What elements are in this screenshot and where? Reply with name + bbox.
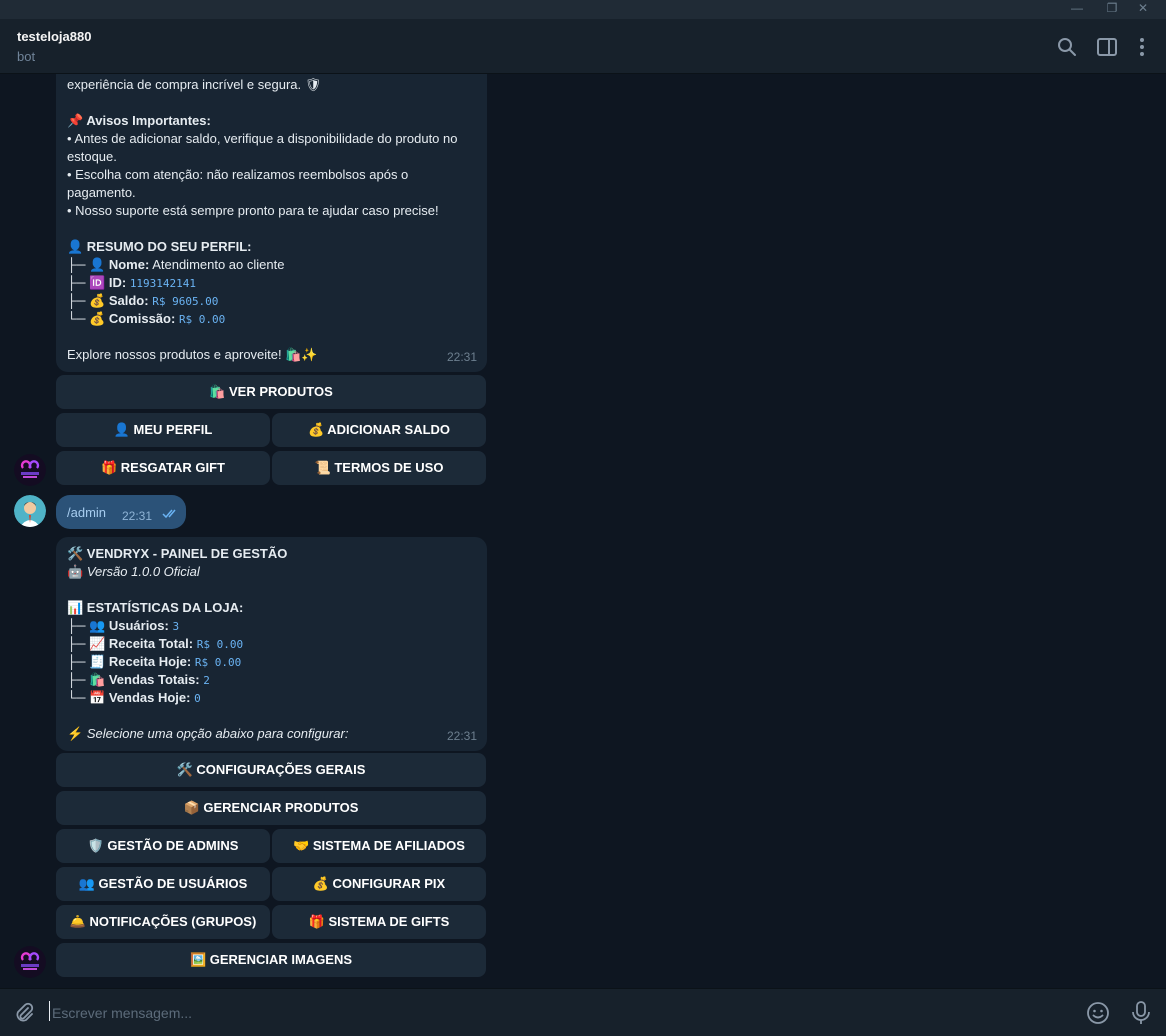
- resumo-heading-text: 👤 RESUMO DO SEU PERFIL:: [67, 239, 252, 254]
- bot-logo-icon: [14, 454, 46, 486]
- bot-message-welcome: experiência de compra incrível e segura.…: [56, 74, 487, 372]
- message-time: 22:31: [122, 509, 153, 523]
- bot-avatar[interactable]: [14, 454, 46, 486]
- outgoing-message: /admin 22:31: [56, 495, 186, 529]
- chat-title: testeloja880: [17, 29, 92, 44]
- stat-receita-hoje-row: ├─ 🧾 Receita Hoje: R$ 0.00: [67, 654, 242, 669]
- panel-prompt: Selecione uma opção abaixo para configur…: [86, 726, 349, 741]
- msg-line: [67, 328, 482, 346]
- stat-vendas-hoje-row: └─ 📅 Vendas Hoje: 0: [67, 690, 201, 705]
- panel-title-row: 🛠️ VENDRYX - PAINEL DE GESTÃO: [67, 545, 482, 563]
- sistema-gifts-button[interactable]: 🎁 SISTEMA DE GIFTS: [272, 905, 486, 939]
- resgatar-gift-button[interactable]: 🎁 RESGATAR GIFT: [56, 451, 270, 485]
- stat-receita-total-row: ├─ 📈 Receita Total: R$ 0.00: [67, 636, 244, 651]
- configuracoes-gerais-button[interactable]: 🛠️ CONFIGURAÇÕES GERAIS: [56, 753, 486, 787]
- configurar-pix-button[interactable]: 💰 CONFIGURAR PIX: [272, 867, 486, 901]
- more-vertical-icon[interactable]: [1131, 36, 1153, 58]
- panel-version: Versão 1.0.0 Oficial: [86, 564, 200, 579]
- comissao-value[interactable]: R$ 0.00: [179, 313, 225, 326]
- admin-command-link[interactable]: /admin: [67, 505, 106, 520]
- message-time: 22:31: [446, 350, 477, 364]
- ver-produtos-button[interactable]: 🛍️ VER PRODUTOS: [56, 375, 486, 409]
- msg-line: estoque.: [67, 149, 117, 164]
- notificacoes-grupos-button[interactable]: 🛎️ NOTIFICAÇÕES (GRUPOS): [56, 905, 270, 939]
- adicionar-saldo-button[interactable]: 💰 ADICIONAR SALDO: [272, 413, 486, 447]
- stat-vendas-totais-row: ├─ 🛍️ Vendas Totais: 2: [67, 672, 210, 687]
- id-label: ID:: [108, 275, 127, 290]
- panel-prompt-row: ⚡ Selecione uma opção abaixo para config…: [67, 726, 349, 741]
- panel-version-row: 🤖 Versão 1.0.0 Oficial: [67, 564, 200, 579]
- nome-value: Atendimento ao cliente: [152, 257, 285, 272]
- receita-hoje-label: Receita Hoje:: [108, 654, 192, 669]
- id-value[interactable]: 1193142141: [130, 277, 196, 290]
- resumo-heading: 👤 RESUMO DO SEU PERFIL:: [67, 238, 482, 256]
- stats-heading-row: 📊 ESTATÍSTICAS DA LOJA:: [67, 599, 482, 617]
- message-composer: [0, 988, 1166, 1036]
- termos-de-uso-button[interactable]: 📜 TERMOS DE USO: [272, 451, 486, 485]
- bot-message-admin-panel: 🛠️ VENDRYX - PAINEL DE GESTÃO 🤖 Versão 1…: [56, 537, 487, 751]
- close-button[interactable]: ✕: [1128, 0, 1158, 19]
- msg-line: • Nosso suporte está sempre pronto para …: [67, 203, 439, 218]
- vendas-totais-value[interactable]: 2: [203, 674, 210, 687]
- message-time: 22:31: [446, 729, 477, 743]
- minimize-button[interactable]: —: [1062, 0, 1092, 19]
- user-avatar[interactable]: [14, 495, 46, 527]
- receita-total-label: Receita Total:: [108, 636, 194, 651]
- chat-subtitle: bot: [17, 49, 36, 64]
- user-avatar-icon: [14, 495, 46, 527]
- vendas-hoje-value[interactable]: 0: [194, 692, 201, 705]
- stats-heading: 📊 ESTATÍSTICAS DA LOJA:: [67, 600, 244, 615]
- profile-name-row: ├─ 👤 Nome: Atendimento ao cliente: [67, 257, 285, 272]
- restore-button[interactable]: ❐: [1097, 0, 1127, 19]
- stat-usuarios-row: ├─ 👥 Usuários: 3: [67, 618, 180, 633]
- message-input[interactable]: [50, 1001, 1064, 1025]
- avisos-heading: 📌 Avisos Importantes:: [67, 112, 482, 130]
- microphone-icon[interactable]: [1129, 1000, 1153, 1026]
- profile-saldo-row: ├─ 💰 Saldo: R$ 9605.00: [67, 293, 219, 308]
- emoji-icon[interactable]: [1086, 1001, 1110, 1025]
- profile-id-row: ├─ 🆔 ID: 1193142141: [67, 275, 197, 290]
- usuarios-label: Usuários:: [108, 618, 169, 633]
- msg-line: experiência de compra incrível e segura.…: [67, 77, 322, 92]
- chat-header[interactable]: testeloja880 bot: [0, 19, 1166, 74]
- window-titlebar: — ❐ ✕: [0, 0, 1166, 19]
- profile-comissao-row: └─ 💰 Comissão: R$ 0.00: [67, 311, 226, 326]
- gestao-admins-button[interactable]: 🛡️ GESTÃO DE ADMINS: [56, 829, 270, 863]
- message-list[interactable]: experiência de compra incrível e segura.…: [0, 74, 1166, 988]
- msg-line: pagamento.: [67, 185, 136, 200]
- meu-perfil-button[interactable]: 👤 MEU PERFIL: [56, 413, 270, 447]
- bot-avatar[interactable]: [14, 946, 46, 978]
- nome-label: Nome:: [108, 257, 150, 272]
- msg-line: Explore nossos produtos e aproveite! 🛍️✨: [67, 347, 318, 362]
- receita-hoje-value[interactable]: R$ 0.00: [195, 656, 241, 669]
- bot-logo-icon: [14, 946, 46, 978]
- vendas-totais-label: Vendas Totais:: [108, 672, 200, 687]
- receita-total-value[interactable]: R$ 0.00: [197, 638, 243, 651]
- avisos-heading-text: 📌 Avisos Importantes:: [67, 113, 211, 128]
- read-checkmarks-icon: [162, 509, 176, 519]
- saldo-label: Saldo:: [108, 293, 149, 308]
- msg-line: • Escolha com atenção: não realizamos re…: [67, 167, 409, 182]
- sistema-afiliados-button[interactable]: 🤝 SISTEMA DE AFILIADOS: [272, 829, 486, 863]
- search-icon[interactable]: [1056, 36, 1078, 58]
- msg-line: [67, 94, 482, 112]
- comissao-label: Comissão:: [108, 311, 176, 326]
- saldo-value[interactable]: R$ 9605.00: [152, 295, 218, 308]
- gestao-usuarios-button[interactable]: 👥 GESTÃO DE USUÁRIOS: [56, 867, 270, 901]
- sidebar-toggle-icon[interactable]: [1096, 36, 1118, 58]
- msg-line: • Antes de adicionar saldo, verifique a …: [67, 131, 458, 146]
- attach-icon[interactable]: [12, 1001, 36, 1025]
- gerenciar-produtos-button[interactable]: 📦 GERENCIAR PRODUTOS: [56, 791, 486, 825]
- vendas-hoje-label: Vendas Hoje:: [108, 690, 191, 705]
- msg-line: [67, 220, 482, 238]
- gerenciar-imagens-button[interactable]: 🖼️ GERENCIAR IMAGENS: [56, 943, 486, 977]
- panel-title: 🛠️ VENDRYX - PAINEL DE GESTÃO: [67, 546, 288, 561]
- usuarios-value[interactable]: 3: [172, 620, 179, 633]
